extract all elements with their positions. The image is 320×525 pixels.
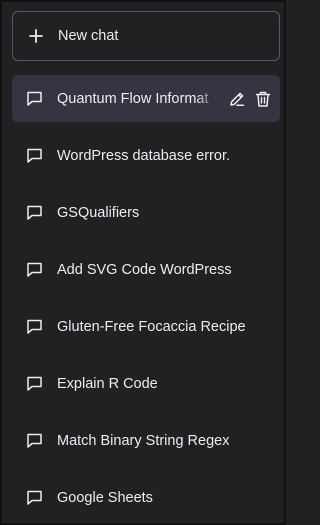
pencil-icon[interactable] <box>228 90 246 108</box>
chat-history-item[interactable]: Explain R Code <box>12 360 280 407</box>
chat-title: Match Binary String Regex <box>57 432 230 449</box>
chat-bubble-icon <box>27 262 42 277</box>
chat-history-item[interactable]: GSQualifiers <box>12 189 280 236</box>
chat-bubble-icon <box>27 433 42 448</box>
chat-bubble-icon <box>27 490 42 505</box>
chat-title: WordPress database error. <box>57 147 231 164</box>
chat-actions <box>228 75 272 122</box>
chat-sidebar: New chat Quantum Flow Informat WordPress… <box>0 0 286 525</box>
trash-icon[interactable] <box>254 90 272 108</box>
chat-title: Quantum Flow Informat <box>57 90 209 107</box>
chat-history-item[interactable]: Add SVG Code WordPress <box>12 246 280 293</box>
new-chat-button[interactable]: New chat <box>12 11 280 61</box>
chat-title: GSQualifiers <box>57 204 140 221</box>
chat-bubble-icon <box>27 319 42 334</box>
chat-history-item[interactable]: Google Sheets <box>12 474 280 521</box>
chat-bubble-icon <box>27 205 42 220</box>
chat-title: Google Sheets <box>57 489 153 506</box>
chat-title: Explain R Code <box>57 375 158 392</box>
plus-icon <box>29 29 43 43</box>
chat-history-item-active[interactable]: Quantum Flow Informat <box>12 75 280 122</box>
chat-title: Add SVG Code WordPress <box>57 261 232 278</box>
chat-bubble-icon <box>27 148 42 163</box>
chat-history-item[interactable]: Gluten-Free Focaccia Recipe <box>12 303 280 350</box>
chat-history-item[interactable]: Match Binary String Regex <box>12 417 280 464</box>
chat-bubble-icon <box>27 376 42 391</box>
chat-title: Gluten-Free Focaccia Recipe <box>57 318 246 335</box>
chat-bubble-icon <box>27 91 42 106</box>
chat-history-list: Quantum Flow Informat WordPress database… <box>12 75 280 523</box>
new-chat-label: New chat <box>58 28 119 44</box>
chat-history-item[interactable]: WordPress database error. <box>12 132 280 179</box>
